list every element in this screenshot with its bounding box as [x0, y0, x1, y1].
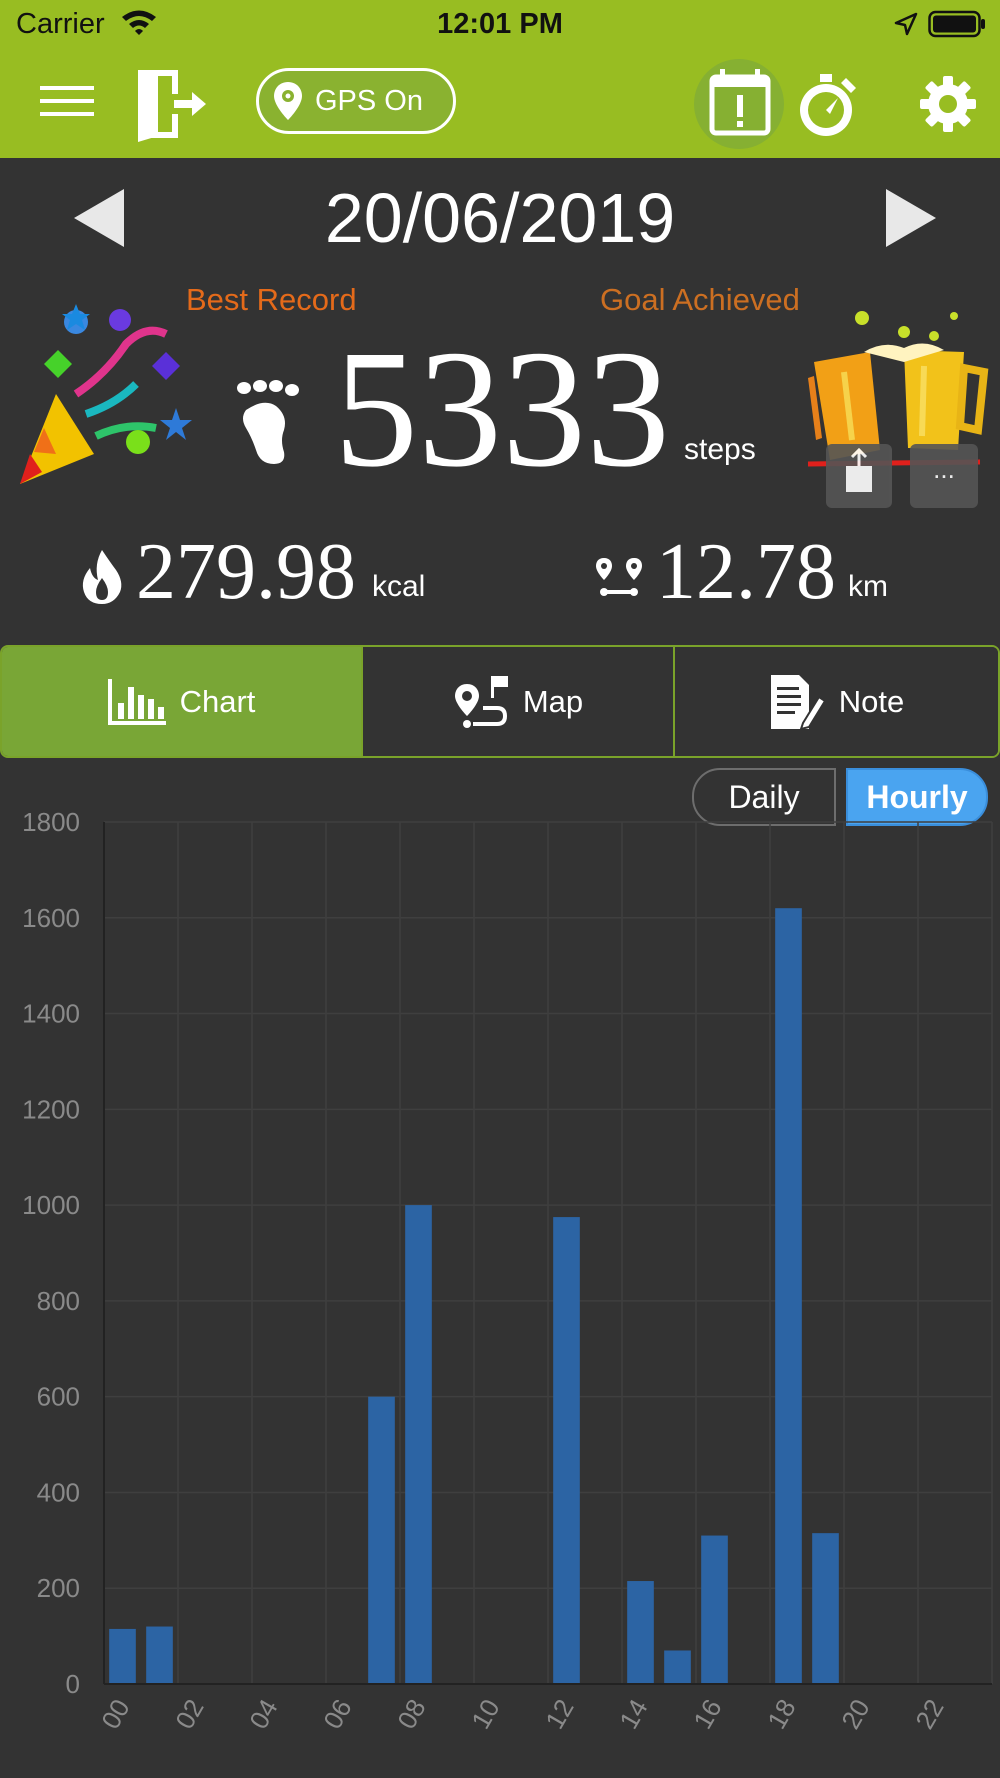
chart-y-tick-label: 1200 [22, 1094, 80, 1124]
chart-y-tick-label: 1600 [22, 903, 80, 933]
gps-toggle-button[interactable]: GPS On [256, 68, 456, 134]
footprint-icon [237, 380, 299, 464]
best-record-badge: Best Record [186, 282, 357, 317]
distance-value: 12.78 [656, 528, 836, 616]
stopwatch-icon[interactable] [794, 68, 862, 140]
chart-x-tick-label: 12 [539, 1694, 579, 1734]
chart-y-tick-label: 800 [37, 1286, 80, 1316]
chart-y-tick-label: 0 [66, 1669, 80, 1699]
chart-bar [812, 1533, 839, 1684]
chart-x-tick-label: 04 [243, 1694, 283, 1734]
header-bar: Carrier 12:01 PM GPS On [0, 0, 1000, 158]
chart-x-tick-label: 16 [687, 1694, 727, 1734]
chart-x-tick-label: 10 [465, 1694, 505, 1734]
gps-label: GPS On [315, 84, 423, 117]
chart-y-tick-label: 1000 [22, 1190, 80, 1220]
share-button[interactable] [826, 444, 892, 508]
chart-x-tick-label: 00 [95, 1694, 135, 1734]
calories-value: 279.98 [136, 528, 356, 616]
share-icon [846, 447, 872, 492]
steps-unit: steps [684, 433, 756, 466]
tab-note[interactable]: Note [673, 647, 998, 756]
bar-chart-icon [107, 678, 166, 725]
chart-x-tick-label: 22 [909, 1694, 949, 1734]
more-options-button[interactable]: ... [910, 444, 978, 508]
chart-bar [553, 1217, 580, 1684]
chart-y-tick-label: 200 [37, 1573, 80, 1603]
location-pin-icon [274, 82, 302, 120]
menu-icon[interactable] [40, 86, 94, 116]
chart-bar [109, 1628, 136, 1684]
goal-achieved-badge: Goal Achieved [600, 282, 800, 317]
tab-chart-label: Chart [179, 683, 256, 719]
chart-bar [664, 1650, 691, 1684]
logout-icon[interactable] [134, 64, 210, 144]
map-route-icon [454, 675, 508, 728]
app-screen: Carrier 12:01 PM GPS On 20/06/2019 Best … [0, 0, 1000, 1778]
chart-bar [146, 1626, 173, 1684]
previous-date-button[interactable] [72, 187, 126, 249]
tab-map[interactable]: Map [361, 647, 673, 756]
chart-x-tick-label: 18 [761, 1694, 801, 1734]
calendar-alert-icon [709, 69, 771, 136]
chart-y-tick-label: 400 [37, 1477, 80, 1507]
chart-bar [775, 908, 802, 1684]
tab-map-label: Map [522, 683, 584, 719]
next-date-button[interactable] [884, 187, 938, 249]
chart-bar [627, 1581, 654, 1684]
flame-icon [82, 550, 122, 604]
chart-y-tick-label: 600 [37, 1382, 80, 1412]
date-label: 20/06/2019 [324, 179, 676, 257]
steps-value: 5333 [334, 316, 670, 502]
tab-chart[interactable]: Chart [2, 647, 361, 756]
chart-axes: 0 200 400 600 800 1000 1200 1400 1600 1800 00 02 04 0… [22, 807, 992, 1734]
chart-x-tick-label: 08 [391, 1694, 431, 1734]
view-tabs: Chart Map Note [0, 645, 1000, 758]
chart-x-tick-label: 20 [835, 1694, 875, 1734]
note-edit-icon [770, 674, 825, 730]
party-popper-icon [20, 304, 192, 484]
location-arrow-icon [894, 12, 918, 36]
chart-y-tick-label: 1800 [22, 807, 80, 837]
calendar-alert-button[interactable] [694, 59, 784, 149]
route-icon [596, 558, 642, 596]
hourly-steps-chart: 0 200 400 600 800 1000 1200 1400 1600 1800 00 02 04 0… [22, 807, 993, 1734]
chart-bar [701, 1535, 728, 1684]
chart-x-tick-label: 06 [317, 1694, 357, 1734]
gear-icon[interactable] [918, 74, 978, 134]
battery-icon [928, 10, 985, 38]
chart-grid [103, 821, 993, 1685]
chart-bar [368, 1396, 395, 1684]
chart-y-tick-label: 1400 [22, 999, 80, 1029]
chart-x-tick-label: 14 [613, 1694, 653, 1734]
chart-bar [405, 1205, 432, 1684]
calories-unit: kcal [372, 570, 426, 603]
chart-x-tick-label: 02 [169, 1694, 209, 1734]
distance-unit: km [848, 570, 888, 603]
tab-note-label: Note [838, 683, 905, 719]
status-clock: 12:01 PM [437, 8, 563, 40]
